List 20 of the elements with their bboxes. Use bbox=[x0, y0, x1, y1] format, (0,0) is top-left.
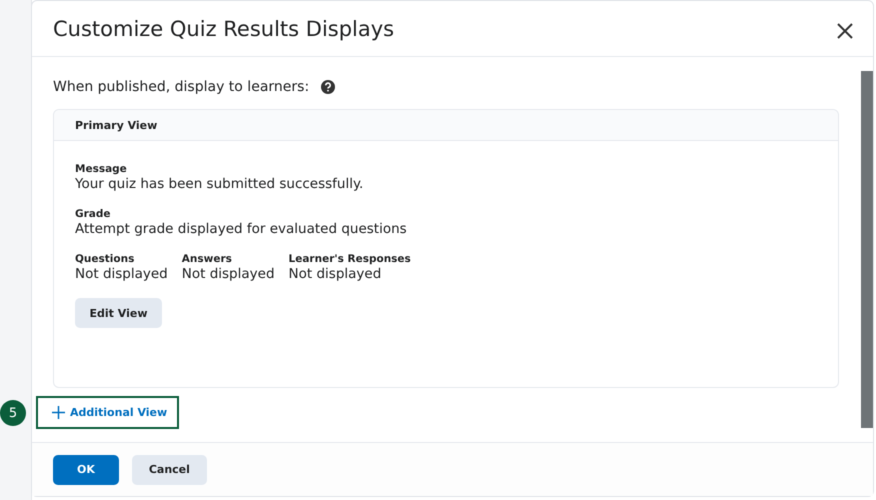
help-icon[interactable] bbox=[321, 80, 336, 94]
ok-button[interactable]: OK bbox=[53, 454, 119, 484]
field-label: Grade bbox=[75, 208, 112, 220]
close-icon[interactable] bbox=[837, 22, 853, 38]
field-label: Answers bbox=[182, 253, 233, 265]
field-label: Questions bbox=[75, 253, 136, 265]
field-value: Not displayed bbox=[182, 266, 275, 282]
field-value: Not displayed bbox=[288, 266, 382, 282]
additional-view-link[interactable]: Additional View bbox=[36, 396, 180, 429]
prompt-text: When published, display to learners: bbox=[53, 79, 310, 95]
cancel-button[interactable]: Cancel bbox=[132, 454, 207, 484]
field-label: Learner's Responses bbox=[288, 253, 411, 265]
field-label: Message bbox=[75, 163, 128, 175]
field-value: Not displayed bbox=[75, 266, 168, 282]
field-value: Your quiz has been submitted successfully. bbox=[75, 176, 364, 192]
field-value: Attempt grade displayed for evaluated questions bbox=[75, 221, 408, 237]
edit-view-button[interactable]: Edit View bbox=[75, 298, 162, 328]
card-header: Primary View bbox=[54, 110, 838, 141]
dialog-title: Customize Quiz Results Displays bbox=[53, 16, 394, 40]
plus-icon bbox=[52, 406, 65, 419]
